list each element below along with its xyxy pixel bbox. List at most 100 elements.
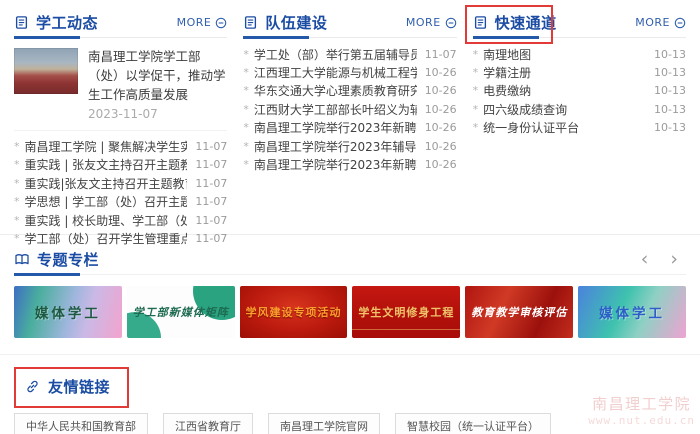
- news-item-title: 南昌理工学院举行2023年辅导员（班主...: [254, 138, 417, 155]
- news-list-item[interactable]: * 南昌理工学院举行2023年新聘辅导员（... 10-26: [243, 119, 456, 137]
- topic-banner[interactable]: 教育教学审核评估: [465, 286, 573, 338]
- news-list-item[interactable]: * 电费缴纳 10-13: [473, 82, 686, 100]
- section-title: 队伍建设: [265, 12, 327, 33]
- news-item-date: 10-26: [425, 103, 457, 116]
- asterisk-bullet: *: [14, 232, 20, 245]
- news-list-item[interactable]: * 重实践 | 校长助理、学工部（处）部长... 11-07: [14, 211, 227, 229]
- friend-links-row: 中华人民共和国教育部 江西省教育厅 南昌理工学院官网 智慧校园（统一认证平台）: [14, 413, 686, 434]
- more-link-student-news[interactable]: MORE: [177, 16, 228, 29]
- news-item-date: 10-13: [654, 121, 686, 134]
- chevron-right-icon[interactable]: ›: [670, 250, 678, 269]
- featured-news[interactable]: 南昌理工学院学工部（处）以学促干，推动学生工作高质量发展 2023-11-07: [14, 38, 227, 131]
- news-item-title: 江西理工大学能源与机械工程学院党委...: [254, 64, 417, 81]
- title-underline: [14, 273, 80, 276]
- news-list-item[interactable]: * 江西理工大学能源与机械工程学院党委... 10-26: [243, 63, 456, 81]
- topic-banner-label: 媒体学工: [599, 302, 665, 322]
- news-item-date: 10-13: [654, 48, 686, 61]
- news-item-title: 南昌理工学院举行2023年新聘辅导员（...: [254, 119, 417, 136]
- asterisk-bullet: *: [243, 48, 249, 61]
- news-item-title: 南理地图: [483, 46, 646, 63]
- featured-news-date: 2023-11-07: [88, 107, 227, 121]
- news-item-date: 11-07: [195, 158, 227, 171]
- news-item-date: 10-26: [425, 121, 457, 134]
- open-book-icon: [14, 252, 30, 268]
- document-lines-icon: [243, 15, 258, 30]
- title-underline: [243, 36, 309, 39]
- topics-title-group: 专题专栏: [14, 245, 99, 274]
- chevron-left-icon[interactable]: ‹: [641, 250, 649, 269]
- news-list-item[interactable]: * 重实践 | 张友文主持召开主题教育专题... 11-07: [14, 156, 227, 174]
- news-item-date: 10-13: [654, 103, 686, 116]
- friend-links-section: 友情链接 中华人民共和国教育部 江西省教育厅 南昌理工学院官网 智慧校园（统一认…: [0, 354, 700, 434]
- top-columns-area: 学工动态 MORE 南昌理工学院学工部（处）以学促干，推动学生工作高质量发展: [0, 0, 700, 234]
- column-student-news: 学工动态 MORE 南昌理工学院学工部（处）以学促干，推动学生工作高质量发展: [14, 8, 227, 234]
- more-link-team-building[interactable]: MORE: [406, 16, 457, 29]
- news-item-date: 10-26: [425, 84, 457, 97]
- section-title: 学工动态: [36, 12, 98, 33]
- more-label: MORE: [177, 16, 212, 29]
- news-list-item[interactable]: * 统一身份认证平台 10-13: [473, 119, 686, 137]
- friend-link-button[interactable]: 南昌理工学院官网: [268, 413, 380, 434]
- news-item-date: 10-13: [654, 66, 686, 79]
- topic-banner-label: 学工部新媒体矩阵: [133, 304, 229, 320]
- news-item-title: 华东交通大学心理素质教育研究院（心...: [254, 82, 417, 99]
- highlight-box-friend-links: 友情链接: [14, 367, 129, 408]
- news-list-item[interactable]: * 学籍注册 10-13: [473, 63, 686, 81]
- asterisk-bullet: *: [14, 158, 20, 171]
- quick-access-header: 快速通道 MORE: [473, 8, 686, 38]
- news-item-title: 南昌理工学院 | 聚焦解决学生实际问题...: [25, 138, 188, 155]
- news-list-item[interactable]: * 南昌理工学院 | 聚焦解决学生实际问题... 11-07: [14, 137, 227, 155]
- news-list-item[interactable]: * 江西财大学工部部长叶绍义为辅导员专... 10-26: [243, 100, 456, 118]
- asterisk-bullet: *: [473, 84, 479, 97]
- topic-banner-label: 教育教学审核评估: [471, 304, 567, 320]
- topic-banner[interactable]: 学工部新媒体矩阵: [127, 286, 235, 338]
- news-list-item[interactable]: * 学工处（部）举行第五届辅导员素质能... 11-07: [243, 45, 456, 63]
- news-item-date: 10-13: [654, 84, 686, 97]
- quick-access-title-group: 快速通道: [473, 8, 557, 37]
- news-item-date: 11-07: [195, 214, 227, 227]
- team-building-list: * 学工处（部）举行第五届辅导员素质能... 11-07 * 江西理工大学能源与…: [243, 45, 456, 174]
- news-list-item[interactable]: * 南理地图 10-13: [473, 45, 686, 63]
- chain-link-icon: [25, 379, 40, 394]
- student-news-header: 学工动态 MORE: [14, 8, 227, 38]
- news-list-item[interactable]: * 南昌理工学院举行2023年辅导员（班主... 10-26: [243, 137, 456, 155]
- topics-header: 专题专栏 ‹ ›: [14, 245, 686, 275]
- student-affairs-portal-page: 学工动态 MORE 南昌理工学院学工部（处）以学促干，推动学生工作高质量发展: [0, 0, 700, 434]
- more-link-quick-access[interactable]: MORE: [635, 16, 686, 29]
- topic-banner[interactable]: 学生文明修身工程: [352, 286, 460, 338]
- topic-banner-label: 媒体学工: [35, 302, 101, 322]
- news-item-title: 南昌理工学院举行2023年新聘辅导员岗...: [254, 156, 417, 173]
- featured-news-meta: 南昌理工学院学工部（处）以学促干，推动学生工作高质量发展 2023-11-07: [88, 48, 227, 121]
- friend-link-button[interactable]: 江西省教育厅: [163, 413, 253, 434]
- news-item-title: 江西财大学工部部长叶绍义为辅导员专...: [254, 101, 417, 118]
- asterisk-bullet: *: [473, 103, 479, 116]
- title-underline: [14, 36, 80, 39]
- asterisk-bullet: *: [473, 48, 479, 61]
- column-quick-access: 快速通道 MORE * 南理地图 10-13 * 学籍注册 10-13: [473, 8, 686, 234]
- topics-section: 专题专栏 ‹ › 媒体学工 学工部新媒体矩阵 学风建设专项活动 学生文明修身工程…: [0, 235, 700, 338]
- news-item-title: 统一身份认证平台: [483, 119, 646, 136]
- document-lines-icon: [473, 15, 488, 30]
- section-title: 友情链接: [48, 376, 110, 397]
- news-item-date: 10-26: [425, 158, 457, 171]
- news-list-item[interactable]: * 南昌理工学院举行2023年新聘辅导员岗... 10-26: [243, 155, 456, 173]
- news-list-item[interactable]: * 重实践|张友文主持召开主题教育专题调... 11-07: [14, 174, 227, 192]
- section-title: 快速通道: [495, 12, 557, 33]
- news-list-item[interactable]: * 四六级成绩查询 10-13: [473, 100, 686, 118]
- more-label: MORE: [635, 16, 670, 29]
- friend-link-button[interactable]: 智慧校园（统一认证平台）: [395, 413, 551, 434]
- news-list-item[interactable]: * 学思想 | 学工部（处）召开主题教育专... 11-07: [14, 192, 227, 210]
- friend-link-button[interactable]: 中华人民共和国教育部: [14, 413, 148, 434]
- topic-banner[interactable]: 媒体学工: [14, 286, 122, 338]
- asterisk-bullet: *: [473, 66, 479, 79]
- topic-banner[interactable]: 学风建设专项活动: [240, 286, 348, 338]
- title-underline: [473, 36, 539, 39]
- news-item-date: 11-07: [195, 140, 227, 153]
- topic-banner[interactable]: 媒体学工: [578, 286, 686, 338]
- news-item-title: 四六级成绩查询: [483, 101, 646, 118]
- section-title: 专题专栏: [37, 249, 99, 270]
- asterisk-bullet: *: [14, 195, 20, 208]
- asterisk-bullet: *: [243, 158, 249, 171]
- asterisk-bullet: *: [14, 214, 20, 227]
- news-list-item[interactable]: * 华东交通大学心理素质教育研究院（心... 10-26: [243, 82, 456, 100]
